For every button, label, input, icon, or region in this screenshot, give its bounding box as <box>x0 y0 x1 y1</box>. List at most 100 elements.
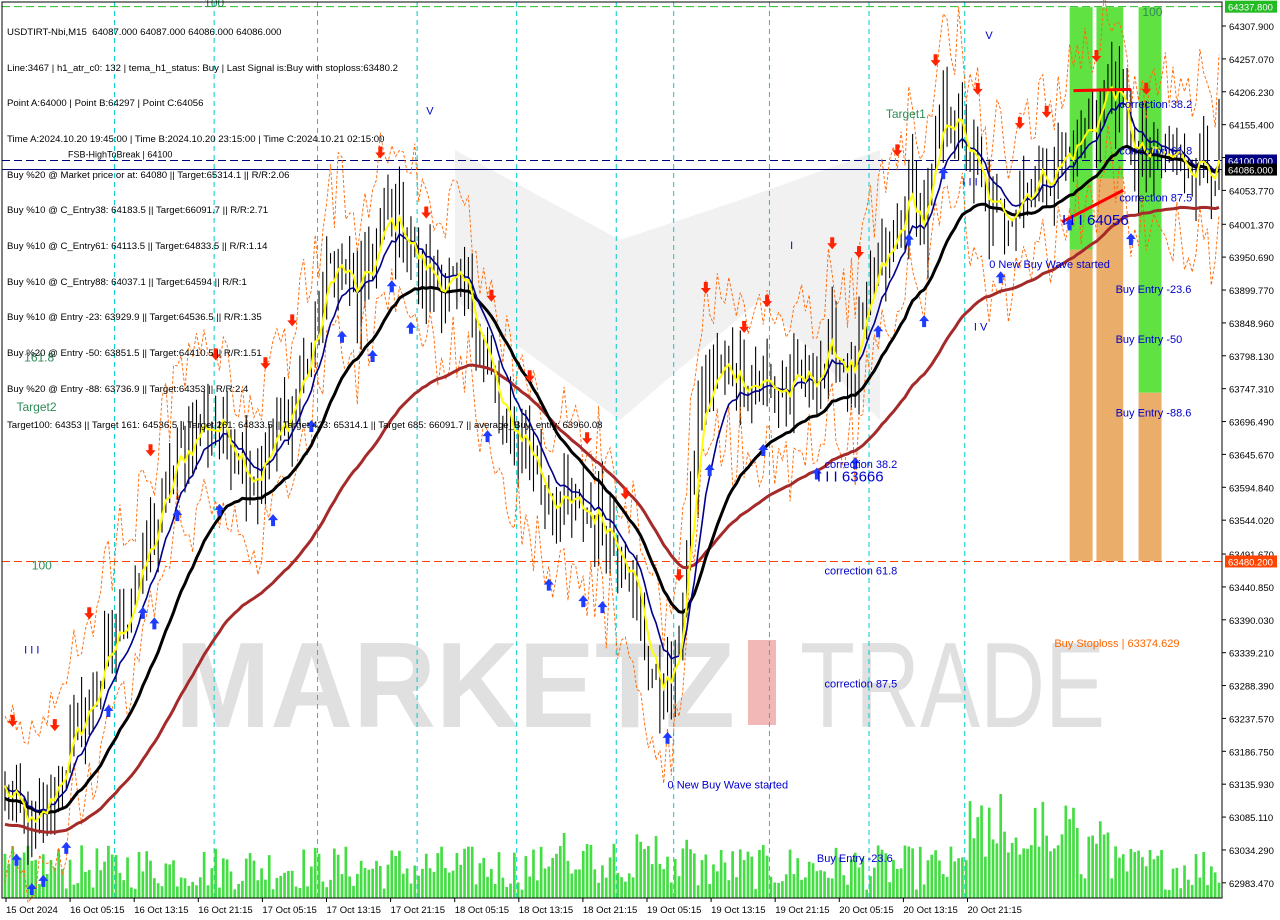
x-tick-label: 18 Oct 13:15 <box>519 905 573 916</box>
buy-arrow <box>597 601 608 614</box>
watermark-bar <box>748 640 776 725</box>
x-tick-label: 19 Oct 21:15 <box>775 905 829 916</box>
chart-annotation: 0 New Buy Wave started <box>668 780 789 792</box>
chart-annotation: I I I <box>962 177 977 189</box>
chart-annotation: correction 38.2 <box>1119 99 1192 111</box>
buy-arrow <box>103 704 114 717</box>
x-tick-label: 20 Oct 13:15 <box>903 905 957 916</box>
entry-line: Buy %20 @ Entry -88: 63736.9 || Target:6… <box>7 383 249 395</box>
chart-annotation: Buy Entry -88.6 <box>1116 408 1192 420</box>
sell-arrow <box>674 569 685 582</box>
y-tick-label: 63186.750 <box>1229 747 1274 758</box>
y-tick-label: 64053.770 <box>1229 186 1274 197</box>
chart-annotation: correction 87.5 <box>1119 192 1192 204</box>
status-line: Line:3467 | h1_atr_c0: 132 | tema_h1_sta… <box>7 62 398 74</box>
x-tick-label: 16 Oct 21:15 <box>198 905 252 916</box>
sell-arrow <box>84 607 95 620</box>
price-badge-label: 64337.800 <box>1228 3 1273 14</box>
y-tick-label: 63085.110 <box>1229 813 1273 824</box>
y-tick-label: 62983.470 <box>1229 879 1274 890</box>
times-line: Time A:2024.10.20 19:45:00 | Time B:2024… <box>7 133 385 145</box>
zone-block <box>1069 249 1093 561</box>
trend-segment <box>1073 87 1131 93</box>
sell-arrow <box>1041 105 1052 118</box>
buy-arrow <box>995 271 1006 284</box>
entry-line: Buy %20 @ Market price or at: 64080 || T… <box>7 169 290 181</box>
chart-annotation: I I I <box>24 644 39 656</box>
y-tick-label: 63696.490 <box>1229 418 1274 429</box>
x-tick-label: 16 Oct 05:15 <box>70 905 124 916</box>
chart-annotation: Buy Entry -23.6 <box>817 853 893 865</box>
chart-annotation: Target1 <box>886 107 926 121</box>
y-tick-label: 63899.770 <box>1229 286 1274 297</box>
symbol-line: USDTIRT-Nbi,M15 64087.000 64087.000 6408… <box>7 26 282 38</box>
x-tick-label: 18 Oct 05:15 <box>455 905 509 916</box>
x-tick-label: 17 Oct 05:15 <box>262 905 316 916</box>
entry-line: Buy %10 @ C_Entry61: 64113.5 || Target:6… <box>7 241 268 253</box>
sell-arrow <box>1014 117 1025 130</box>
entry-line: Buy %10 @ C_Entry38: 64183.5 || Target:6… <box>7 205 269 217</box>
chart-annotation: correction 61.8 <box>825 566 898 578</box>
x-tick-label: 17 Oct 21:15 <box>391 905 445 916</box>
sell-arrow <box>972 82 983 95</box>
y-tick-label: 63594.840 <box>1229 483 1274 494</box>
buy-arrow <box>704 463 715 476</box>
x-tick-label: 15 Oct 2024 <box>6 905 58 916</box>
chart-annotation: 100 <box>1142 5 1162 19</box>
x-tick-label: 20 Oct 21:15 <box>968 905 1022 916</box>
buy-arrow <box>1125 233 1136 246</box>
y-tick-label: 63135.930 <box>1229 780 1274 791</box>
entry-line: Buy %20 @ Entry -50: 63851.5 || Target:6… <box>7 348 262 360</box>
time-axis: 15 Oct 2024 16 Oct 05:15 16 Oct 13:15 16 Oc… <box>5 898 1022 916</box>
chart-annotation: 0 New Buy Wave started <box>989 259 1110 271</box>
x-tick-label: 17 Oct 13:15 <box>327 905 381 916</box>
x-tick-label: 18 Oct 21:15 <box>583 905 637 916</box>
y-tick-label: 63950.690 <box>1229 253 1274 264</box>
buy-arrow <box>919 315 930 328</box>
buy-arrow <box>149 617 160 630</box>
buy-arrow <box>938 167 949 180</box>
y-tick-label: 63034.290 <box>1229 846 1274 857</box>
chart-annotation: Buy Entry -50 <box>1116 334 1183 346</box>
chart-annotation: 100 <box>32 558 52 572</box>
entry-line: Buy %10 @ Entry -23: 63929.9 || Target:6… <box>7 312 262 324</box>
x-tick-label: 16 Oct 13:15 <box>134 905 188 916</box>
y-tick-label: 63798.130 <box>1229 352 1274 363</box>
volume-bars <box>3 794 1221 898</box>
y-tick-label: 63848.960 <box>1229 319 1274 330</box>
y-tick-label: 64001.370 <box>1229 220 1274 231</box>
buy-arrow <box>543 578 554 591</box>
chart-annotation: I <box>790 240 793 252</box>
chart-annotation: correction 61.8 <box>1119 146 1192 158</box>
chart-annotation: correction 87.5 <box>825 679 898 691</box>
y-tick-label: 63288.390 <box>1229 682 1274 693</box>
chart-annotation: V <box>985 30 993 42</box>
y-tick-label: 63747.310 <box>1229 385 1274 396</box>
chart-annotation: I I I 63666 <box>817 468 884 485</box>
watermark-left: MARKETZ <box>175 617 735 753</box>
y-tick-label: 64307.900 <box>1229 22 1274 33</box>
price-badge-label: 63480.200 <box>1228 557 1273 568</box>
y-tick-label: 64257.070 <box>1229 55 1274 66</box>
y-tick-label: 63390.030 <box>1229 616 1274 627</box>
buy-arrow <box>61 841 72 854</box>
y-tick-label: 64206.230 <box>1229 88 1274 99</box>
x-tick-label: 19 Oct 05:15 <box>647 905 701 916</box>
info-panel: USDTIRT-Nbi,M15 64087.000 64087.000 6408… <box>7 3 603 443</box>
sell-arrow <box>620 487 631 500</box>
x-tick-label: 19 Oct 13:15 <box>711 905 765 916</box>
buy-arrow <box>578 595 589 608</box>
chart-annotation: Buy Stoploss | 63374.629 <box>1054 638 1179 650</box>
sell-arrow <box>7 714 18 727</box>
points-line: Point A:64000 | Point B:64297 | Point C:… <box>7 98 204 110</box>
y-tick-label: 64155.400 <box>1229 121 1274 132</box>
chart-annotation: Buy Entry -23.6 <box>1116 284 1192 296</box>
y-tick-label: 63339.210 <box>1229 649 1274 660</box>
chart-annotation: I I I 64056 <box>1062 212 1129 229</box>
price-badge-label: 64086.000 <box>1228 166 1273 177</box>
targets-line: Target100: 64353 || Target 161: 64536.5 … <box>7 419 603 431</box>
sell-arrow <box>930 54 941 67</box>
sell-arrow <box>145 444 156 457</box>
sell-arrow <box>49 719 60 732</box>
chart-annotation: I V <box>974 322 988 334</box>
